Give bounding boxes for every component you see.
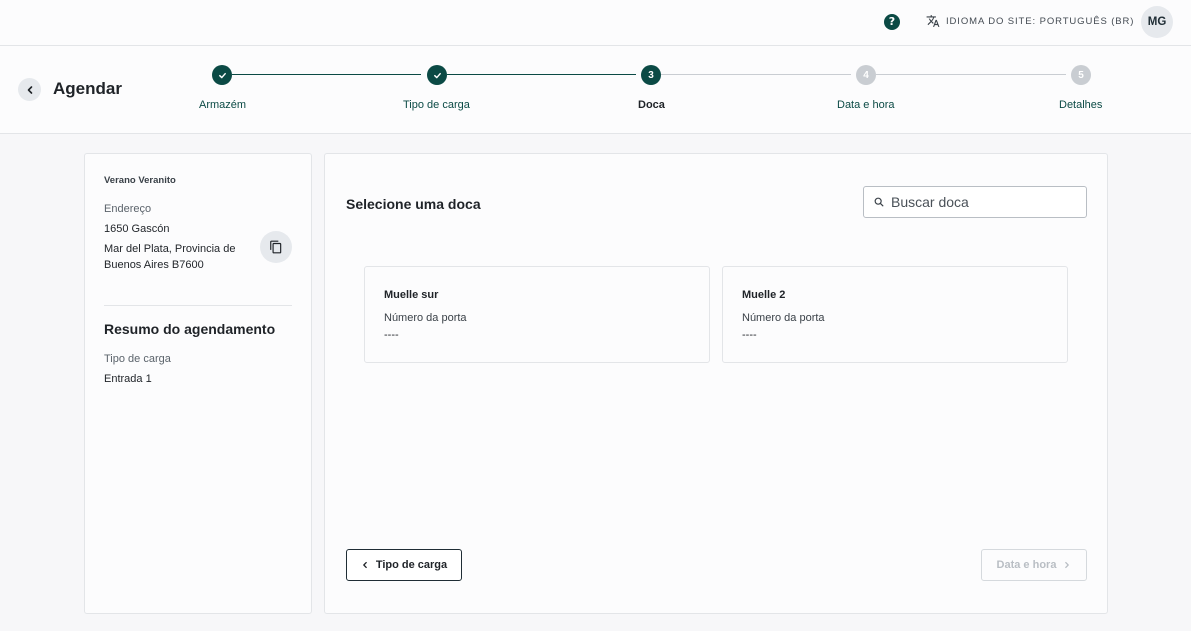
chevron-left-icon bbox=[27, 85, 32, 94]
translate-icon bbox=[926, 15, 940, 27]
back-button[interactable] bbox=[18, 78, 41, 101]
address-line-2: Mar del Plata, Provincia de bbox=[104, 243, 236, 255]
section-title: Selecione uma doca bbox=[346, 196, 481, 212]
warehouse-summary-panel: Verano Veranito Endereço 1650 Gascón Mar… bbox=[84, 153, 312, 614]
dock-name: Muelle 2 bbox=[742, 289, 786, 301]
step-label-data-e-hora: Data e hora bbox=[837, 99, 895, 111]
cargo-type-value: Entrada 1 bbox=[104, 373, 152, 385]
search-icon bbox=[874, 197, 884, 207]
door-number-label: Número da porta bbox=[742, 312, 825, 324]
door-number-value: ---- bbox=[384, 329, 399, 341]
step-label-armazem[interactable]: Armazém bbox=[199, 99, 246, 111]
previous-step-button[interactable]: Tipo de carga bbox=[346, 549, 462, 581]
step-connector bbox=[447, 74, 636, 75]
chevron-right-icon bbox=[1065, 561, 1070, 569]
schedule-header: Agendar 3 4 5 Armazém Tipo de carga Doca… bbox=[0, 46, 1191, 134]
step-5-indicator: 5 bbox=[1071, 65, 1091, 85]
address-line-3: Buenos Aires B7600 bbox=[104, 259, 204, 271]
next-step-label: Data e hora bbox=[996, 559, 1057, 571]
next-step-button: Data e hora bbox=[981, 549, 1087, 581]
door-number-label: Número da porta bbox=[384, 312, 467, 324]
step-label-detalhes: Detalhes bbox=[1059, 99, 1103, 111]
language-selector[interactable]: IDIOMA DO SITE: PORTUGUÊS (BR) bbox=[926, 14, 1134, 28]
dock-name: Muelle sur bbox=[384, 289, 439, 301]
step-label-tipo-de-carga[interactable]: Tipo de carga bbox=[403, 99, 470, 111]
step-1-indicator bbox=[212, 65, 232, 85]
dock-card-muelle-sur[interactable]: Muelle sur Número da porta ---- bbox=[364, 266, 710, 363]
page-title: Agendar bbox=[53, 79, 122, 98]
step-4-indicator: 4 bbox=[856, 65, 876, 85]
step-3-indicator: 3 bbox=[641, 65, 661, 85]
previous-step-label: Tipo de carga bbox=[375, 559, 448, 571]
summary-title: Resumo do agendamento bbox=[104, 321, 276, 337]
chevron-left-icon bbox=[362, 561, 367, 569]
address-line-1: 1650 Gascón bbox=[104, 223, 170, 235]
dock-card-muelle-2[interactable]: Muelle 2 Número da porta ---- bbox=[722, 266, 1068, 363]
step-2-indicator bbox=[427, 65, 447, 85]
cargo-type-label: Tipo de carga bbox=[104, 353, 171, 365]
check-icon bbox=[218, 72, 226, 78]
search-input[interactable] bbox=[891, 194, 1071, 210]
top-bar: ? IDIOMA DO SITE: PORTUGUÊS (BR) MG bbox=[0, 0, 1191, 46]
copy-address-button[interactable] bbox=[260, 231, 292, 263]
divider bbox=[104, 305, 292, 306]
door-number-value: ---- bbox=[742, 329, 757, 341]
step-connector bbox=[232, 74, 421, 75]
language-label: IDIOMA DO SITE: PORTUGUÊS (BR) bbox=[946, 15, 1135, 27]
address-label: Endereço bbox=[104, 203, 152, 215]
dock-selection-panel: Selecione uma doca Muelle sur Número da … bbox=[324, 153, 1108, 614]
step-connector bbox=[661, 74, 851, 75]
step-connector bbox=[876, 74, 1066, 75]
check-icon bbox=[433, 72, 441, 78]
warehouse-name: Verano Veranito bbox=[104, 175, 176, 186]
avatar[interactable]: MG bbox=[1141, 6, 1173, 38]
help-circle-icon[interactable]: ? bbox=[884, 14, 900, 30]
step-label-doca: Doca bbox=[638, 99, 665, 111]
search-box bbox=[863, 186, 1087, 218]
copy-icon bbox=[270, 240, 282, 254]
